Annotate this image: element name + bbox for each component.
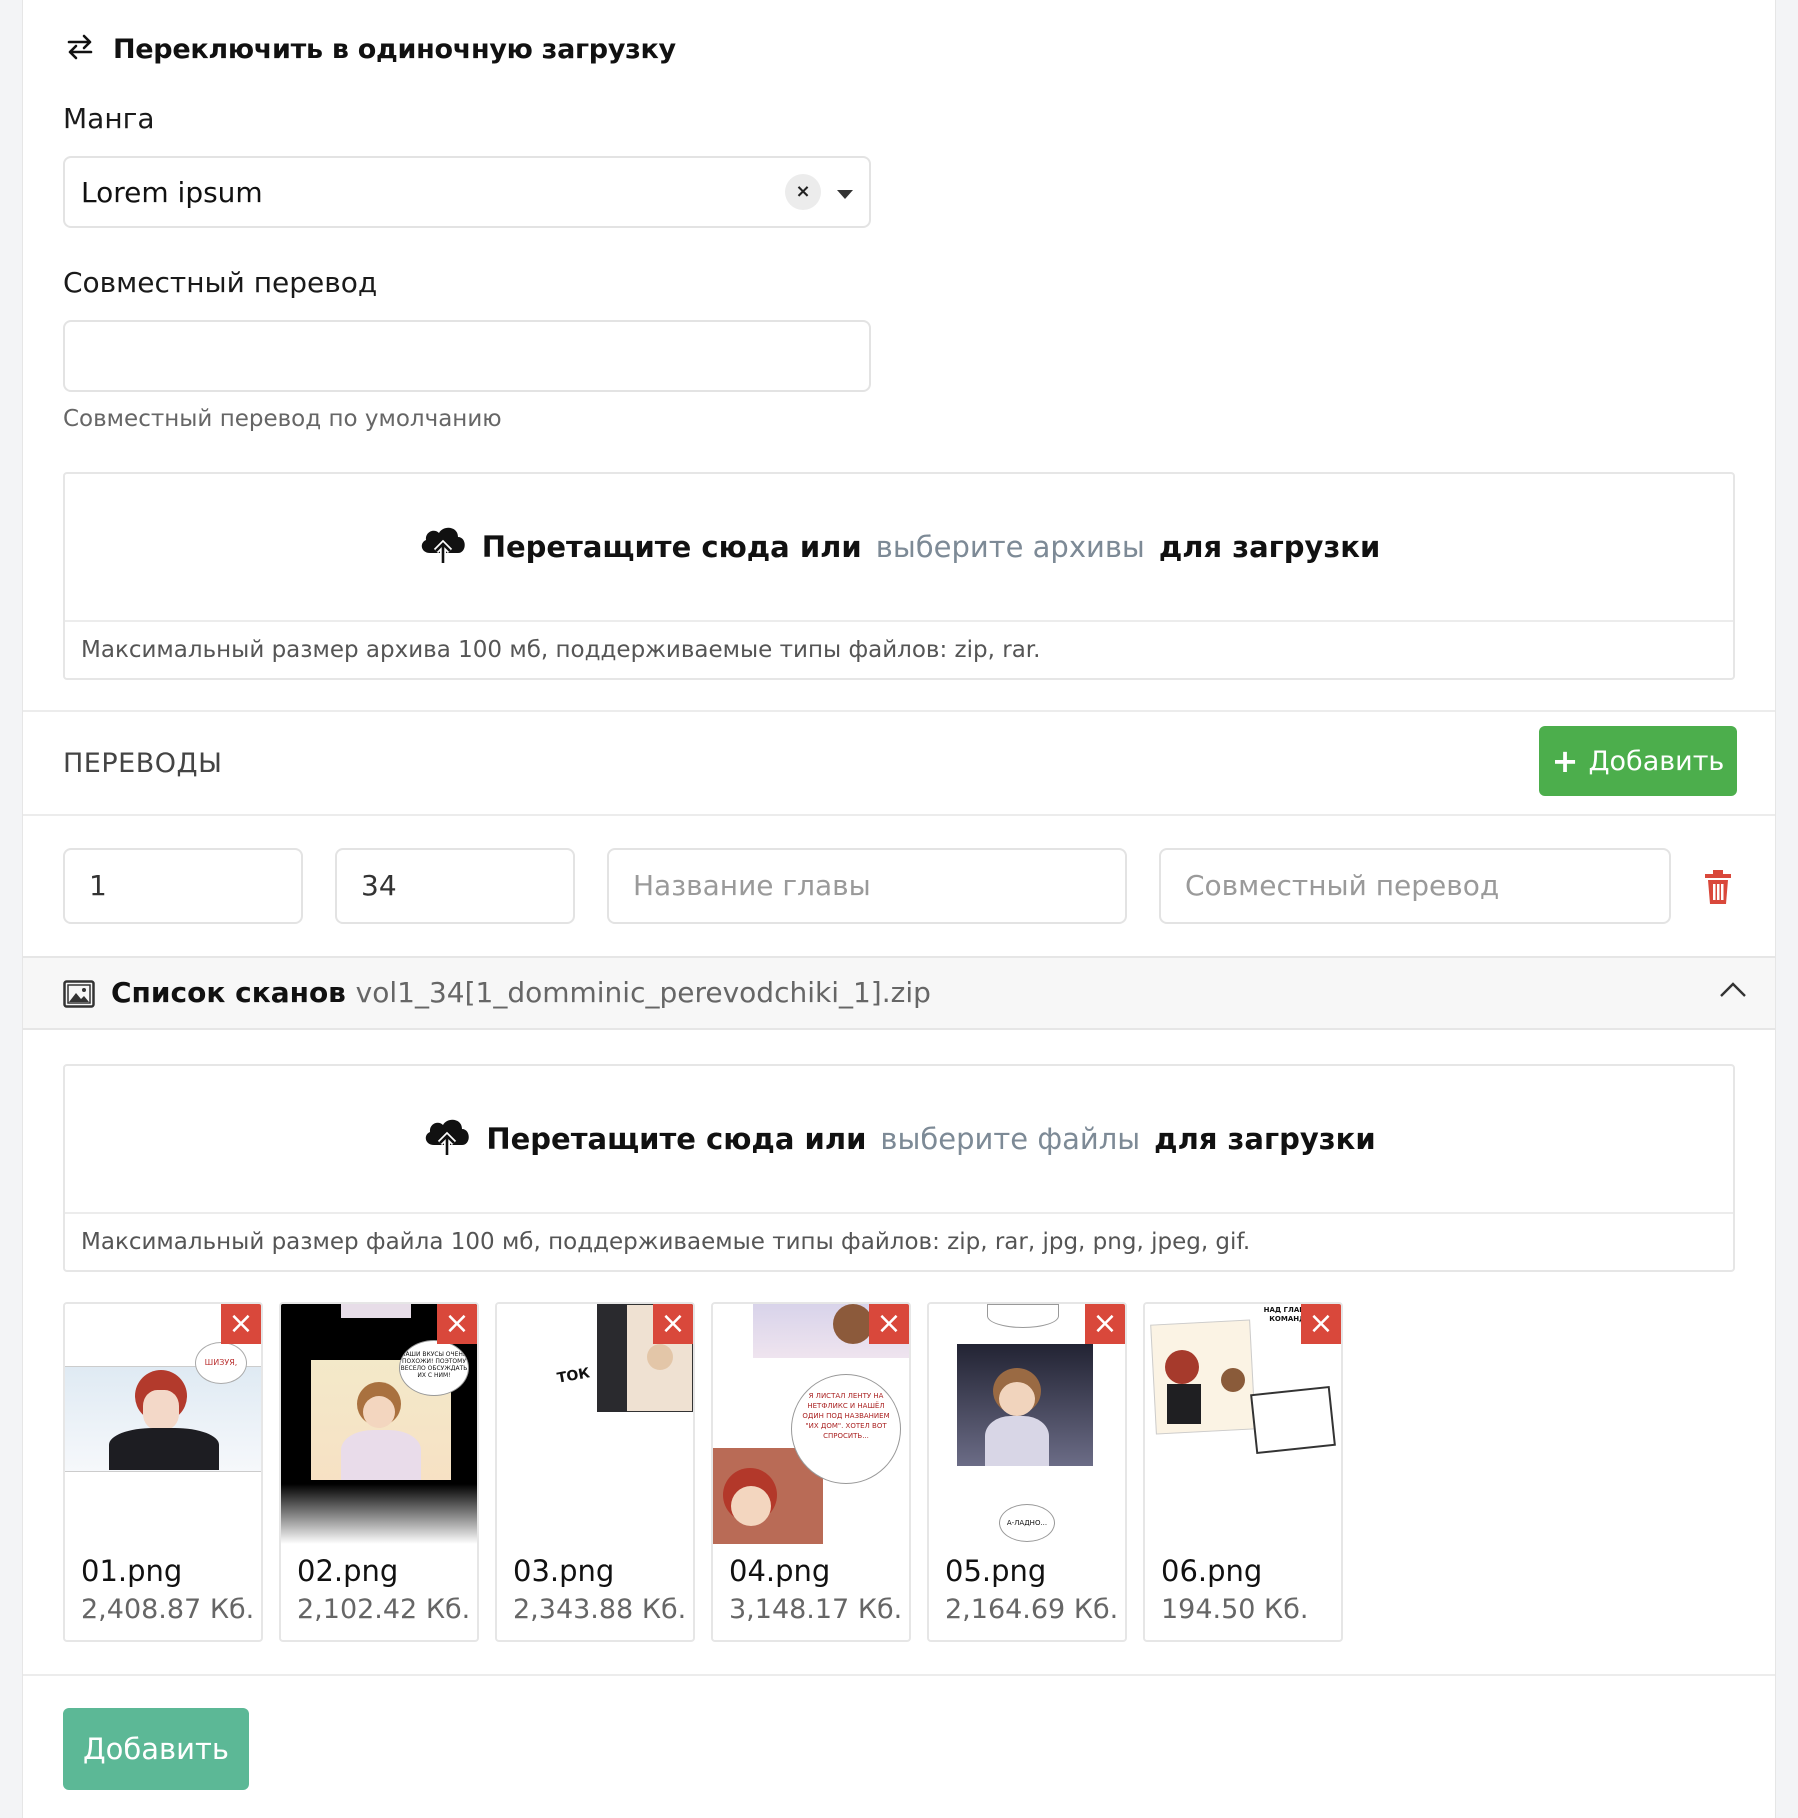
- delete-file-button[interactable]: ×: [221, 1304, 261, 1344]
- speech-bubble: ШИЗУЯ,: [195, 1342, 247, 1384]
- file-size: 194.50 Кб.: [1161, 1594, 1309, 1625]
- file-name: 03.png: [513, 1554, 615, 1588]
- delete-file-button[interactable]: ×: [1301, 1304, 1341, 1344]
- joint-translation-input[interactable]: [63, 320, 871, 392]
- scan-thumbnail[interactable]: А-ЛАДНО... × 05.png 2,164.69 Кб.: [927, 1302, 1127, 1642]
- switch-single-upload-link[interactable]: Переключить в одиночную загрузку: [65, 26, 676, 72]
- image-icon: [63, 980, 95, 1012]
- upload-form-card: Переключить в одиночную загрузку Манга L…: [22, 0, 1776, 1818]
- trash-icon[interactable]: [1703, 870, 1733, 908]
- delete-file-button[interactable]: ×: [653, 1304, 693, 1344]
- submit-add-button[interactable]: Добавить: [63, 1708, 249, 1790]
- archive-dropzone[interactable]: Перетащите сюда или выберите архивы для …: [63, 472, 1735, 680]
- file-size: 2,102.42 Кб.: [297, 1594, 471, 1625]
- speech-bubble: НАШИ ВКУСЫ ОЧЕНЬ ПОХОЖИ! ПОЭТОМУ ВЕСЕЛО …: [399, 1340, 469, 1396]
- scan-thumbnail[interactable]: Я ЛИСТАЛ ЛЕНТУ НА НЕТФЛИКС И НАШЁЛ ОДИН …: [711, 1302, 911, 1642]
- delete-file-button[interactable]: ×: [869, 1304, 909, 1344]
- swap-arrows-icon: [65, 32, 95, 66]
- file-name: 06.png: [1161, 1554, 1263, 1588]
- scan-thumbnail[interactable]: ШИЗУЯ, × 01.png 2,408.87 Кб.: [63, 1302, 263, 1642]
- archive-dropzone-note: Максимальный размер архива 100 мб, подде…: [65, 620, 1733, 678]
- delete-file-button[interactable]: ×: [1085, 1304, 1125, 1344]
- joint-translation-help: Совместный перевод по умолчанию: [63, 406, 502, 432]
- scan-list-header[interactable]: Список сканов vol1_34[1_domminic_perevod…: [23, 956, 1775, 1030]
- cloud-upload-icon: [422, 1115, 472, 1164]
- file-size: 2,164.69 Кб.: [945, 1594, 1119, 1625]
- files-dropzone-text-before: Перетащите сюда или: [486, 1122, 867, 1156]
- translations-title: ПЕРЕВОДЫ: [63, 748, 223, 779]
- file-size: 2,343.88 Кб.: [513, 1594, 687, 1625]
- chevron-up-icon[interactable]: [1719, 980, 1747, 1004]
- scan-thumbnail[interactable]: ТОК × 03.png 2,343.88 Кб.: [495, 1302, 695, 1642]
- select-archives-link[interactable]: выберите архивы: [876, 530, 1145, 564]
- joint-translation-row-input[interactable]: Совместный перевод: [1159, 848, 1671, 924]
- delete-file-button[interactable]: ×: [437, 1304, 477, 1344]
- joint-translation-label: Совместный перевод: [63, 266, 378, 299]
- speech-bubble: Я ЛИСТАЛ ЛЕНТУ НА НЕТФЛИКС И НАШЁЛ ОДИН …: [791, 1374, 901, 1484]
- file-name: 01.png: [81, 1554, 183, 1588]
- speech-bubble: А-ЛАДНО...: [999, 1504, 1055, 1542]
- archive-dropzone-text-after: для загрузки: [1158, 530, 1381, 564]
- chapter-input[interactable]: 34: [335, 848, 575, 924]
- chapter-name-input[interactable]: Название главы: [607, 848, 1127, 924]
- add-translation-button-label: Добавить: [1588, 745, 1725, 777]
- file-size: 2,408.87 Кб.: [81, 1594, 255, 1625]
- file-name: 04.png: [729, 1554, 831, 1588]
- file-name: 05.png: [945, 1554, 1047, 1588]
- file-name: 02.png: [297, 1554, 399, 1588]
- volume-input[interactable]: 1: [63, 848, 303, 924]
- file-size: 3,148.17 Кб.: [729, 1594, 903, 1625]
- manga-select[interactable]: Lorem ipsum ×: [63, 156, 871, 228]
- sound-effect-text: ТОК: [555, 1365, 592, 1387]
- select-files-link[interactable]: выберите файлы: [880, 1122, 1140, 1156]
- files-dropzone[interactable]: Перетащите сюда или выберите файлы для з…: [63, 1064, 1735, 1272]
- add-translation-button[interactable]: + Добавить: [1539, 726, 1737, 796]
- scan-archive-name: vol1_34[1_domminic_perevodchiki_1].zip: [355, 976, 931, 1009]
- scan-list-title: Список сканов: [111, 976, 346, 1009]
- scan-thumbnail[interactable]: НАД ГЛАВОЙ КОМАНДА × 06.png 194.50 Кб.: [1143, 1302, 1343, 1642]
- files-dropzone-text-after: для загрузки: [1154, 1122, 1376, 1156]
- switch-single-upload-label: Переключить в одиночную загрузку: [113, 33, 676, 65]
- chevron-down-icon[interactable]: [837, 190, 853, 199]
- plus-icon: +: [1551, 742, 1579, 780]
- manga-select-value: Lorem ipsum: [81, 176, 263, 209]
- divider: [23, 710, 1775, 712]
- divider: [23, 814, 1775, 816]
- files-dropzone-note: Максимальный размер файла 100 мб, поддер…: [65, 1212, 1733, 1270]
- cloud-upload-icon: [418, 523, 468, 572]
- clear-icon[interactable]: ×: [785, 174, 821, 210]
- divider: [23, 1674, 1775, 1676]
- archive-dropzone-text-before: Перетащите сюда или: [481, 530, 862, 564]
- manga-label: Манга: [63, 102, 155, 135]
- scan-thumbnail[interactable]: НАШИ ВКУСЫ ОЧЕНЬ ПОХОЖИ! ПОЭТОМУ ВЕСЕЛО …: [279, 1302, 479, 1642]
